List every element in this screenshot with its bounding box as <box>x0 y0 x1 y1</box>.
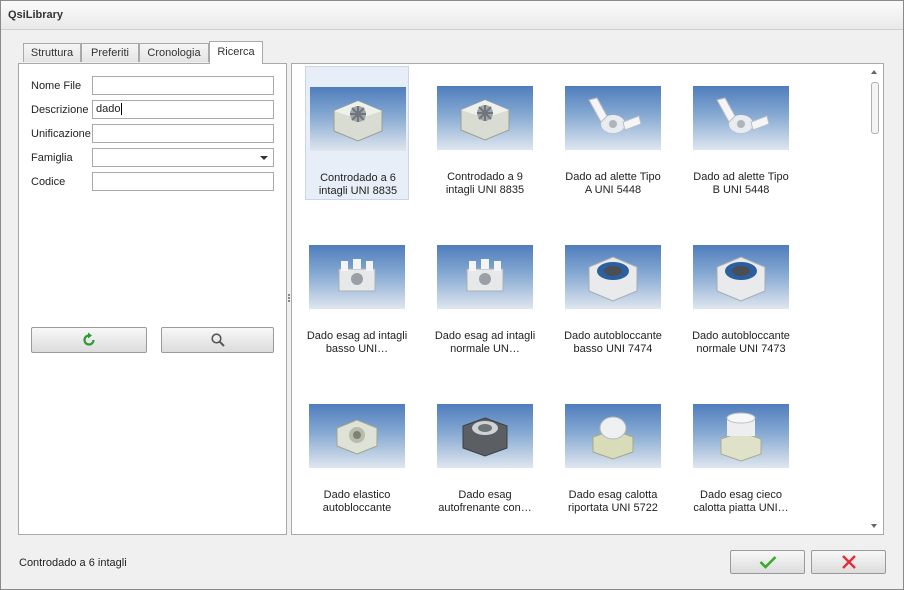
window-title: QsiLibrary <box>8 9 64 21</box>
results-panel: Controdado a 6 intagli UNI 8835 Controdad… <box>291 63 884 535</box>
nut-image <box>720 412 762 462</box>
famiglia-select[interactable] <box>92 148 274 167</box>
splitter-grip-dot <box>288 297 290 299</box>
result-item[interactable]: Dado esag calotta riportata UNI 5722 <box>561 384 665 518</box>
result-thumbnail <box>565 404 661 468</box>
result-item[interactable]: Dado ad alette Tipo A UNI 5448 <box>561 66 665 200</box>
famiglia-label: Famiglia <box>31 152 73 164</box>
nome-file-input[interactable] <box>92 76 274 95</box>
title-bar: QsiLibrary <box>1 1 903 30</box>
codice-label: Codice <box>31 176 66 188</box>
descrizione-label: Descrizione <box>31 104 89 116</box>
nut-image <box>338 259 376 292</box>
reset-button[interactable] <box>31 327 147 353</box>
close-icon <box>841 555 856 569</box>
nut-image <box>460 99 510 141</box>
scroll-up-arrow-icon[interactable] <box>871 70 877 74</box>
result-item[interactable]: Dado elastico autobloccante <box>305 384 409 518</box>
result-item[interactable]: Controdado a 9 intagli UNI 8835 <box>433 66 537 200</box>
result-item[interactable]: Dado autobloccante basso UNI 7474 <box>561 225 665 359</box>
result-caption: Dado autobloccante basso UNI 7474 <box>564 330 662 355</box>
search-panel: Nome File Descrizione dado Unificazione … <box>18 63 287 535</box>
nut-image <box>588 256 638 302</box>
result-thumbnail <box>437 245 533 309</box>
nut-image <box>462 417 508 457</box>
result-item[interactable]: Dado esag ad intagli normale UN… <box>433 225 537 359</box>
text-cursor <box>121 103 123 115</box>
unificazione-input[interactable] <box>92 124 274 143</box>
result-item[interactable]: Dado esag ad intagli basso UNI… <box>305 225 409 359</box>
search-icon <box>210 333 225 347</box>
result-thumbnail <box>437 86 533 150</box>
main-window: QsiLibrary Struttura Preferiti Cronologi… <box>0 0 904 590</box>
result-item[interactable]: Dado ad alette Tipo B UNI 5448 <box>689 66 793 200</box>
check-icon <box>759 556 776 569</box>
chevron-down-icon[interactable] <box>260 156 268 160</box>
nut-image <box>588 97 642 133</box>
result-caption: Dado esag cieco calotta piatta UNI… <box>693 489 789 514</box>
refresh-icon <box>83 332 95 346</box>
descrizione-input[interactable]: dado <box>92 100 274 119</box>
tab-ricerca[interactable]: Ricerca <box>209 41 263 64</box>
result-caption: Dado esag ad intagli basso UNI… <box>306 330 408 355</box>
nome-file-label: Nome File <box>31 80 82 92</box>
ok-button[interactable] <box>730 550 805 574</box>
result-thumbnail <box>309 245 405 309</box>
vertical-scrollbar[interactable] <box>866 64 883 534</box>
status-text: Controdado a 6 intagli <box>19 557 127 569</box>
result-thumbnail <box>693 404 789 468</box>
result-item[interactable]: Dado autobloccante normale UNI 7473 <box>689 225 793 359</box>
search-button[interactable] <box>161 327 274 353</box>
result-caption: Controdado a 6 intagli UNI 8835 <box>318 172 398 197</box>
tab-struttura[interactable]: Struttura <box>23 43 81 62</box>
result-thumbnail <box>437 404 533 468</box>
nut-image <box>716 97 770 133</box>
result-caption: Dado esag autofrenante con… <box>438 489 532 514</box>
splitter-grip-dot <box>288 300 290 302</box>
scroll-down-arrow-icon[interactable] <box>871 524 877 528</box>
result-item[interactable]: Dado esag autofrenante con… <box>433 384 537 518</box>
result-thumbnail <box>310 87 406 151</box>
result-caption: Dado elastico autobloccante <box>322 489 392 514</box>
result-caption: Controdado a 9 intagli UNI 8835 <box>445 171 525 196</box>
result-caption: Dado esag calotta riportata UNI 5722 <box>568 489 658 514</box>
result-thumbnail <box>693 245 789 309</box>
result-thumbnail <box>309 404 405 468</box>
nut-image <box>333 100 383 142</box>
result-caption: Dado esag ad intagli normale UN… <box>434 330 536 355</box>
tab-preferiti[interactable]: Preferiti <box>81 43 139 62</box>
codice-input[interactable] <box>92 172 274 191</box>
result-caption: Dado ad alette Tipo B UNI 5448 <box>693 171 789 196</box>
result-thumbnail <box>693 86 789 150</box>
result-caption: Dado autobloccante normale UNI 7473 <box>692 330 790 355</box>
cancel-button[interactable] <box>811 550 886 574</box>
result-thumbnail <box>565 245 661 309</box>
scroll-thumb[interactable] <box>871 82 879 134</box>
result-thumbnail <box>565 86 661 150</box>
unificazione-label: Unificazione <box>31 128 91 140</box>
nut-image <box>592 416 634 460</box>
tab-cronologia[interactable]: Cronologia <box>139 43 209 62</box>
result-caption: Dado ad alette Tipo A UNI 5448 <box>565 171 661 196</box>
result-item[interactable]: Dado esag cieco calotta piatta UNI… <box>689 384 793 518</box>
nut-image <box>466 259 504 292</box>
descrizione-value: dado <box>96 103 121 115</box>
nut-image <box>716 256 766 302</box>
nut-image <box>336 419 378 455</box>
result-item[interactable]: Controdado a 6 intagli UNI 8835 <box>305 66 409 200</box>
splitter-grip-dot <box>288 294 290 296</box>
